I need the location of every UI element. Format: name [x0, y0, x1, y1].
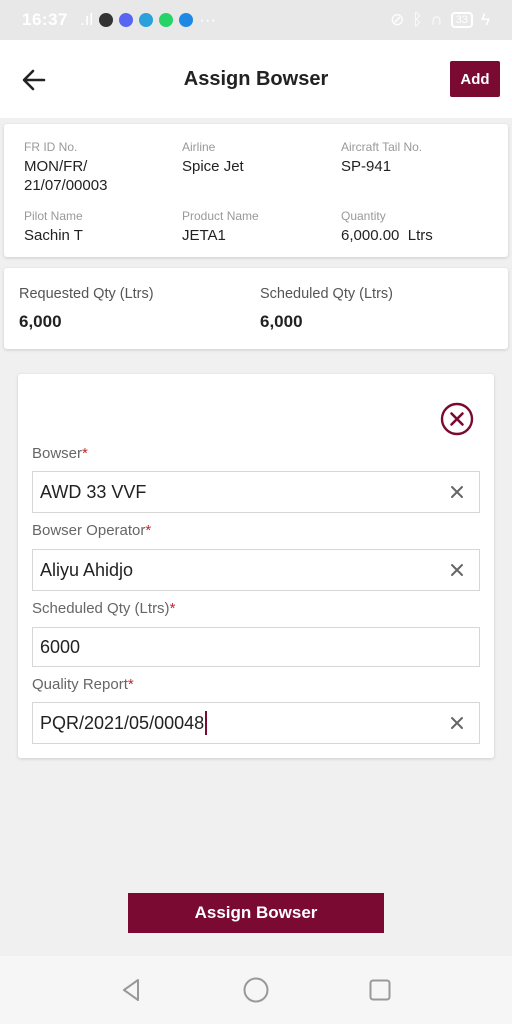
quantity-label: Quantity	[341, 209, 386, 223]
vi-app-icon	[99, 13, 114, 27]
system-nav-bar	[0, 956, 512, 1024]
text-cursor	[205, 711, 208, 735]
nav-back-icon[interactable]	[118, 976, 146, 1004]
quality-report-value: PQR/2021/05/00048	[40, 712, 205, 733]
more-dots-icon: ···	[199, 10, 217, 29]
back-arrow-icon	[22, 69, 46, 91]
quantity-cell: Quantity 6,000.00 Ltrs	[341, 209, 433, 245]
telegram-icon	[139, 13, 154, 27]
clear-quality-report-icon[interactable]	[447, 713, 467, 733]
signal-icon: .ıl	[79, 10, 94, 29]
clear-bowser-icon[interactable]	[447, 482, 467, 502]
nav-recents-icon[interactable]	[366, 976, 394, 1004]
bowser-label: Bowser*	[32, 445, 88, 462]
sched-qty-field[interactable]: 6000	[32, 627, 480, 667]
pilot-label: Pilot Name	[24, 209, 83, 223]
clear-operator-icon[interactable]	[447, 560, 467, 580]
discord-icon	[119, 13, 134, 27]
bowser-value: AWD 33 VVF	[40, 481, 147, 502]
product-cell: Product Name JETA1	[182, 209, 259, 245]
airline-cell: Airline Spice Jet	[182, 140, 244, 176]
mute-icon: ⊘	[390, 10, 405, 29]
requested-qty-value: 6,000	[19, 312, 62, 331]
required-mark: *	[169, 600, 176, 617]
nav-home-icon[interactable]	[242, 976, 270, 1004]
bowser-field[interactable]: AWD 33 VVF	[32, 471, 480, 513]
scheduled-qty-label: Scheduled Qty (Ltrs)	[260, 286, 393, 302]
bluetooth-icon: ᛒ	[412, 10, 423, 29]
quality-report-field[interactable]: PQR/2021/05/00048	[32, 702, 480, 744]
product-value: JETA1	[182, 227, 226, 244]
status-icons-right: ⊘ ᛒ ∩ 33 ϟ	[390, 10, 490, 30]
status-icons-left: .ıl ···	[80, 10, 216, 30]
sched-qty-value: 6000	[40, 636, 81, 657]
quality-report-label: Quality Report*	[32, 676, 134, 693]
tail-label: Aircraft Tail No.	[341, 140, 423, 154]
fr-id-value: MON/FR/ 21/07/00003	[24, 158, 108, 194]
quality-report-label-text: Quality Report	[32, 676, 128, 693]
operator-value: Aliyu Ahidjo	[40, 559, 134, 580]
scheduled-qty-cell: Scheduled Qty (Ltrs) 6,000	[260, 286, 393, 332]
airline-label: Airline	[182, 140, 216, 154]
page-title: Assign Bowser	[183, 67, 329, 90]
quantity-value: 6,000.00 Ltrs	[341, 227, 433, 244]
sched-qty-label: Scheduled Qty (Ltrs)*	[32, 600, 175, 617]
flight-info-card: FR ID No. MON/FR/ 21/07/00003 Airline Sp…	[4, 124, 508, 257]
operator-label: Bowser Operator*	[32, 522, 151, 539]
remove-bowser-button[interactable]	[440, 402, 474, 436]
bowser-form-card: Bowser* AWD 33 VVF Bowser Operator* Aliy…	[18, 374, 494, 758]
tail-value: SP-941	[341, 158, 392, 175]
play-icon	[179, 13, 194, 27]
status-bar: 16:37 .ıl ··· ⊘ ᛒ ∩ 33 ϟ	[0, 0, 512, 40]
battery-icon: 33	[450, 12, 473, 28]
app-bar: Assign Bowser Add	[0, 40, 512, 118]
status-time: 16:37	[22, 10, 68, 29]
airline-value: Spice Jet	[182, 158, 244, 175]
pilot-value: Sachin T	[24, 227, 83, 244]
operator-label-text: Bowser Operator	[32, 522, 146, 539]
assign-bowser-button[interactable]: Assign Bowser	[128, 893, 384, 933]
charging-icon: ϟ	[481, 10, 490, 29]
close-circle-icon	[440, 402, 474, 436]
operator-field[interactable]: Aliyu Ahidjo	[32, 549, 480, 591]
requested-qty-cell: Requested Qty (Ltrs) 6,000	[19, 286, 154, 332]
pilot-cell: Pilot Name Sachin T	[24, 209, 83, 245]
add-button[interactable]: Add	[450, 61, 500, 97]
whatsapp-icon	[159, 13, 174, 27]
fr-id-cell: FR ID No. MON/FR/ 21/07/00003	[24, 140, 107, 195]
headphones-icon: ∩	[430, 10, 443, 29]
required-mark: *	[145, 522, 152, 539]
qty-summary-card: Requested Qty (Ltrs) 6,000 Scheduled Qty…	[4, 268, 508, 349]
tail-cell: Aircraft Tail No. SP-941	[341, 140, 422, 176]
fr-id-label: FR ID No.	[24, 140, 78, 154]
sched-qty-label-text: Scheduled Qty (Ltrs)	[32, 600, 170, 617]
requested-qty-label: Requested Qty (Ltrs)	[19, 286, 154, 302]
required-mark: *	[127, 676, 134, 693]
back-button[interactable]	[20, 66, 48, 94]
product-label: Product Name	[182, 209, 259, 223]
required-mark: *	[82, 445, 88, 462]
bowser-label-text: Bowser	[32, 445, 83, 462]
scheduled-qty-value: 6,000	[260, 312, 303, 331]
